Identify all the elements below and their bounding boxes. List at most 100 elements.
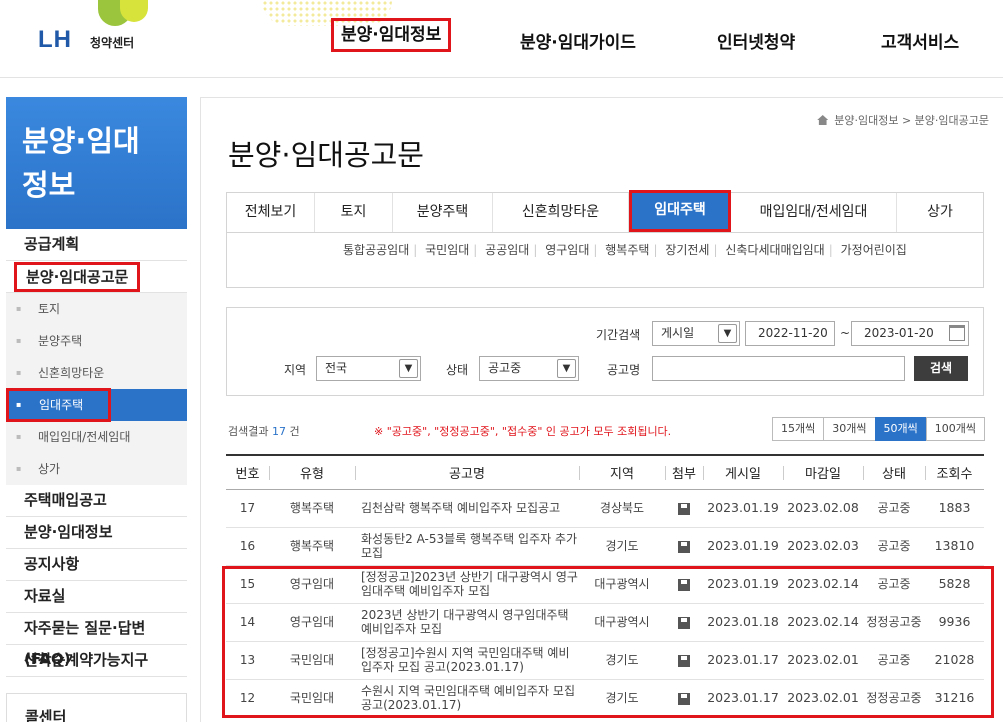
cell-title-link[interactable]: 수원시 지역 국민임대주택 예비입주자 모집 공고(2023.01.17): [355, 679, 579, 718]
table-row[interactable]: 16 행복주택 화성동탄2 A-53블록 행복주택 입주자 추가모집 경기도 2…: [226, 527, 984, 566]
table-row[interactable]: 15 영구임대 [정정공고]2023년 상반기 대구광역시 영구임대주택 예비입…: [226, 565, 984, 604]
cell-region: 경기도: [579, 641, 665, 680]
cell-type: 국민임대: [269, 641, 355, 680]
sidebar-item-resources[interactable]: 자료실: [6, 581, 187, 613]
sidebar-item-supply-plan[interactable]: 공급계획: [6, 229, 187, 261]
sidebar-subitem-land[interactable]: 토지: [6, 293, 187, 325]
tab-rental-housing[interactable]: 임대주택: [629, 190, 731, 232]
cell-post-date: 2023.01.19: [703, 527, 783, 566]
cell-title-link[interactable]: 2023년 상반기 대구광역시 영구임대주택 예비입주자 모집: [355, 603, 579, 642]
sidebar-subitem-newlywed-town[interactable]: 신혼희망타운: [6, 357, 187, 389]
gnb-item-internet-apply[interactable]: 인터넷청약: [717, 28, 795, 53]
content-divider: [200, 97, 201, 722]
subtab-permanent[interactable]: 영구임대: [545, 243, 589, 257]
tab-purchase-rental[interactable]: 매입임대/전세임대: [731, 193, 897, 232]
attachment-icon[interactable]: [678, 540, 690, 553]
attachment-icon[interactable]: [678, 616, 690, 629]
cell-title-link[interactable]: 김천삼락 행복주택 예비입주자 모집공고: [355, 489, 579, 528]
cell-status: 정정공고중: [863, 679, 925, 718]
gnb-item-sale-rent-info[interactable]: 분양·임대정보: [331, 18, 452, 52]
cell-region: 경상북도: [579, 489, 665, 528]
page-size-30[interactable]: 30개씩: [823, 417, 876, 441]
cell-due-date: 2023.02.14: [783, 603, 863, 642]
cell-post-date: 2023.01.17: [703, 679, 783, 718]
gnb-item-guide[interactable]: 분양·임대가이드: [520, 28, 636, 53]
attachment-icon[interactable]: [678, 654, 690, 667]
table-row[interactable]: 13 국민임대 [정정공고]수원시 지역 국민임대주택 예비입주자 모집 공고(…: [226, 641, 984, 680]
subtab-daycare[interactable]: 가정어린이집: [841, 243, 907, 257]
breadcrumb-level1[interactable]: 분양·임대정보: [834, 114, 898, 127]
cell-views: 9936: [925, 603, 984, 642]
logo-leaf2-icon: [120, 0, 148, 22]
table-row[interactable]: 14 영구임대 2023년 상반기 대구광역시 영구임대주택 예비입주자 모집 …: [226, 603, 984, 642]
attachment-icon[interactable]: [678, 578, 690, 591]
subtab-happy-housing[interactable]: 행복주택: [605, 243, 649, 257]
sidebar-item-first-come[interactable]: 선착순계약가능지구: [6, 645, 187, 677]
status-select[interactable]: 공고중 ▼: [479, 356, 579, 381]
cell-due-date: 2023.02.01: [783, 679, 863, 718]
table-row[interactable]: 12 국민임대 수원시 지역 국민임대주택 예비입주자 모집 공고(2023.0…: [226, 679, 984, 718]
cell-views: 31216: [925, 679, 984, 718]
page-size-100[interactable]: 100개씩: [925, 417, 985, 441]
region-select[interactable]: 전국 ▼: [316, 356, 421, 381]
col-header-attachment: 첨부: [665, 455, 703, 490]
tab-land[interactable]: 토지: [315, 193, 393, 232]
tab-commercial[interactable]: 상가: [897, 193, 983, 232]
cell-title-link[interactable]: 화성동탄2 A-53블록 행복주택 입주자 추가모집: [355, 527, 579, 566]
cell-no: 13: [226, 641, 269, 680]
sidebar-item-faq[interactable]: 자주묻는 질문·답변(FAQ): [6, 613, 187, 668]
search-button[interactable]: 검색: [914, 356, 968, 381]
sidebar-item-housing-purchase[interactable]: 주택매입공고: [6, 485, 187, 517]
cell-title-link[interactable]: [정정공고]2023년 상반기 대구광역시 영구임대주택 예비입주자 모집: [355, 565, 579, 604]
date-from-input[interactable]: 2022-11-20: [745, 321, 835, 346]
date-to-input[interactable]: 2023-01-20: [851, 321, 969, 346]
sidebar-item-sale-rent-info[interactable]: 분양·임대정보: [6, 517, 187, 549]
period-label: 기간검색: [596, 328, 641, 342]
cell-status: 공고중: [863, 489, 925, 528]
col-header-title: 공고명: [355, 455, 579, 490]
table-header-row: 번호 유형 공고명 지역 첨부 게시일 마감일 상태 조회수: [226, 455, 984, 490]
home-icon[interactable]: [817, 115, 829, 125]
sidebar-item-announcements[interactable]: 분양·임대공고문: [6, 261, 187, 293]
table-row[interactable]: 17 행복주택 김천삼락 행복주택 예비입주자 모집공고 경상북도 2023.0…: [226, 489, 984, 528]
sidebar-item-notices[interactable]: 공지사항: [6, 549, 187, 581]
breadcrumb: 분양·임대정보 > 분양·임대공고문: [817, 112, 989, 128]
cell-type: 국민임대: [269, 679, 355, 718]
subtab-long-term-jeonse[interactable]: 장기전세: [665, 243, 709, 257]
subtab-new-multi-family[interactable]: 신축다세대매입임대: [725, 243, 824, 257]
subtab-public[interactable]: 공공임대: [485, 243, 529, 257]
sidebar-subitem-purchase-rental[interactable]: 매입임대/전세임대: [6, 421, 187, 453]
lh-logo[interactable]: LH 청약센터: [34, 0, 174, 60]
tab-all[interactable]: 전체보기: [227, 193, 315, 232]
page-size-15[interactable]: 15개씩: [772, 417, 825, 441]
cell-status: 정정공고중: [863, 603, 925, 642]
sidebar-subitem-rental-housing[interactable]: 임대주택: [6, 388, 187, 422]
subtab-national[interactable]: 국민임대: [425, 243, 469, 257]
tab-sale-housing[interactable]: 분양주택: [393, 193, 493, 232]
attachment-icon[interactable]: [678, 692, 690, 705]
region-label: 지역: [284, 363, 307, 377]
tab-newlywed-town[interactable]: 신혼희망타운: [493, 193, 629, 232]
sidebar-submenu: 토지 분양주택 신혼희망타운 임대주택 매입임대/전세임대 상가: [6, 293, 187, 485]
sidebar-subitem-sale-housing[interactable]: 분양주택: [6, 325, 187, 357]
announcement-name-input[interactable]: [652, 356, 905, 381]
result-count: 검색결과 17 건: [228, 425, 300, 438]
subtab-integrated-public[interactable]: 통합공공임대: [343, 243, 409, 257]
chevron-down-icon: ▼: [718, 324, 737, 343]
period-type-select[interactable]: 게시일 ▼: [652, 321, 740, 346]
page-size-50[interactable]: 50개씩: [874, 417, 927, 441]
chevron-down-icon: ▼: [557, 359, 576, 378]
name-label: 공고명: [607, 363, 641, 377]
page-size-selector: 15개씩 30개씩 50개씩 100개씩: [772, 417, 985, 441]
cell-region: 대구광역시: [579, 565, 665, 604]
cell-region: 대구광역시: [579, 603, 665, 642]
announcement-table: 번호 유형 공고명 지역 첨부 게시일 마감일 상태 조회수 17 행복주택 김…: [226, 454, 984, 718]
content-top-border: [200, 97, 1003, 98]
gnb-item-customer-service[interactable]: 고객서비스: [881, 28, 959, 53]
attachment-icon[interactable]: [678, 502, 690, 515]
calendar-icon[interactable]: [949, 325, 965, 341]
sidebar-subitem-commercial[interactable]: 상가: [6, 453, 187, 485]
cell-title-link[interactable]: [정정공고]수원시 지역 국민임대주택 예비입주자 모집 공고(2023.01.…: [355, 641, 579, 680]
cell-region: 경기도: [579, 679, 665, 718]
category-tabs: 전체보기 토지 분양주택 신혼희망타운 임대주택 매입임대/전세임대 상가 통합…: [226, 190, 984, 288]
